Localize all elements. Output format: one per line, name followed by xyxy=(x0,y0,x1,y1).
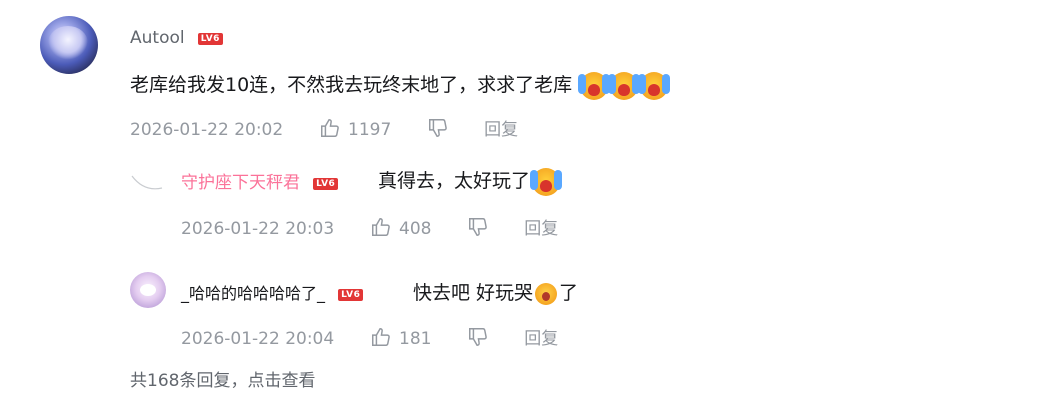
like-button[interactable] xyxy=(319,117,341,144)
thumb-down-icon xyxy=(468,327,487,346)
view-more-replies-link[interactable]: 共168条回复，点击查看 xyxy=(130,366,315,391)
crying-emoji-icon xyxy=(578,71,609,100)
like-button[interactable] xyxy=(370,326,392,353)
avatar[interactable] xyxy=(130,162,164,196)
timestamp: 2026-01-22 20:03 xyxy=(181,219,335,239)
dislike-button[interactable] xyxy=(467,216,489,243)
comment-meta: 2026-01-22 20:02 1197 回复 xyxy=(130,115,518,144)
dislike-button[interactable] xyxy=(467,326,489,353)
thumb-up-icon xyxy=(320,118,339,137)
reply-meta: 2026-01-22 20:04 181 回复 xyxy=(181,324,558,353)
crying-emoji-icon xyxy=(608,71,639,100)
comment-header: Autool LV6 xyxy=(130,28,223,48)
reply-text: 快去吧 好玩哭 了 xyxy=(413,278,578,305)
username[interactable]: 守护座下天秤君 xyxy=(181,173,300,193)
crying-emoji-icon xyxy=(530,167,561,196)
comment-text-body: 老库给我发10连，不然我去玩终末地了，求求了老库 xyxy=(130,74,573,96)
reply-button[interactable]: 回复 xyxy=(484,120,518,140)
timestamp: 2026-01-22 20:02 xyxy=(130,120,284,140)
like-button[interactable] xyxy=(370,216,392,243)
dislike-button[interactable] xyxy=(427,117,449,144)
level-badge: LV6 xyxy=(338,289,364,301)
thumb-down-icon xyxy=(428,118,447,137)
thumb-up-icon xyxy=(371,217,390,236)
username[interactable]: Autool xyxy=(130,28,185,48)
thumb-up-icon xyxy=(371,327,390,346)
username[interactable]: _哈哈的哈哈哈哈了_ xyxy=(181,284,325,303)
thumb-down-icon xyxy=(468,217,487,236)
reply-text-body: 真得去，太好玩了 xyxy=(378,170,531,192)
reply-text-tail: 了 xyxy=(559,282,579,304)
reply-button[interactable]: 回复 xyxy=(524,219,558,239)
like-count: 408 xyxy=(399,219,432,239)
avatar[interactable] xyxy=(130,272,166,308)
reply-header: _哈哈的哈哈哈哈了_ LV6 xyxy=(181,280,364,304)
reply-header: 守护座下天秤君 LV6 xyxy=(181,168,339,193)
sob-emoji-icon xyxy=(535,282,558,305)
timestamp: 2026-01-22 20:04 xyxy=(181,329,335,349)
like-count: 1197 xyxy=(348,120,392,140)
avatar-placeholder-icon xyxy=(131,175,163,190)
reply-text-body: 快去吧 好玩哭 xyxy=(413,282,534,304)
reply-text: 真得去，太好玩了 xyxy=(378,166,561,196)
like-count: 181 xyxy=(399,329,432,349)
reply-button[interactable]: 回复 xyxy=(524,329,558,349)
level-badge: LV6 xyxy=(197,33,223,45)
level-badge: LV6 xyxy=(313,178,339,190)
crying-emoji-icon xyxy=(638,71,669,100)
comment-text: 老库给我发10连，不然我去玩终末地了，求求了老库 xyxy=(130,70,669,100)
avatar[interactable] xyxy=(40,16,98,74)
reply-meta: 2026-01-22 20:03 408 回复 xyxy=(181,214,558,243)
